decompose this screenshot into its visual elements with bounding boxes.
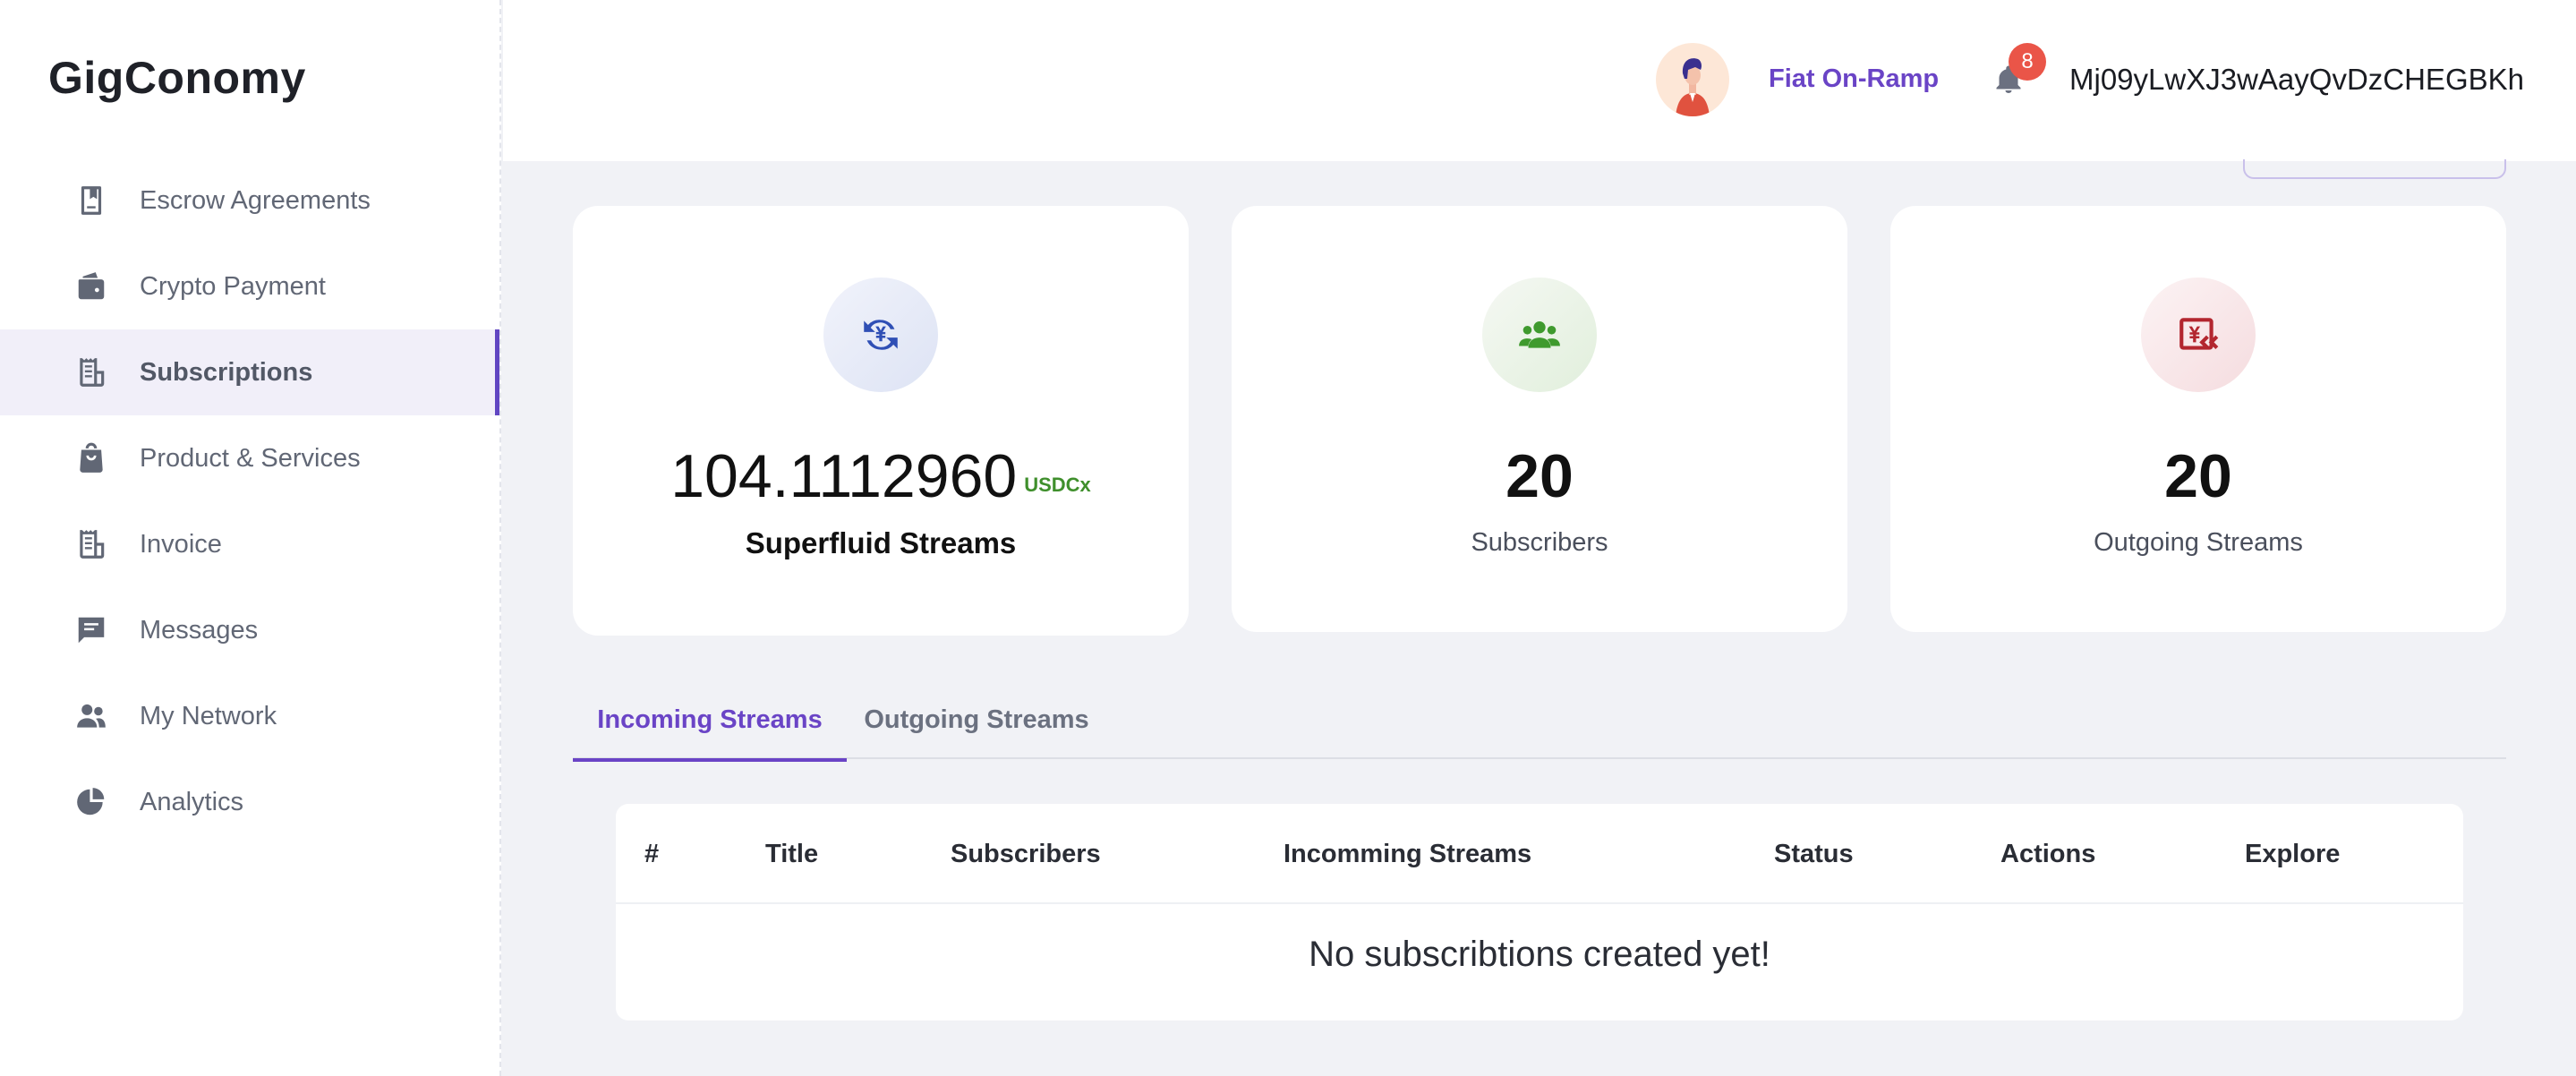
column-header-index: #	[644, 840, 660, 868]
sidebar-item-label: Escrow Agreements	[140, 185, 371, 215]
sidebar: GigConomy Escrow Agreements Crypto Payme…	[0, 0, 501, 1076]
column-header-incoming-streams: Incomming Streams	[1284, 840, 1532, 868]
sidebar-item-label: Product & Services	[140, 443, 361, 473]
sidebar-item-label: Crypto Payment	[140, 271, 326, 301]
table-header: # Title Subscribers Incomming Streams St…	[616, 804, 2463, 904]
receipt-icon	[73, 354, 109, 390]
superfluid-streams-value: 104.1112960 USDCx	[670, 442, 1091, 510]
subscribers-label: Subscribers	[1471, 528, 1608, 557]
empty-table-message: No subscribtions created yet!	[1309, 935, 1770, 974]
sidebar-item-label: My Network	[140, 701, 277, 730]
top-header: Fiat On-Ramp 8 Mj09yLwXJ3wAayQvDzCHEGBKh	[503, 0, 2576, 161]
users-icon	[73, 698, 109, 734]
invoice-icon	[73, 526, 109, 562]
partially-hidden-button[interactable]	[2243, 159, 2506, 179]
sidebar-item-product-services[interactable]: Product & Services	[0, 415, 499, 501]
sidebar-item-analytics[interactable]: Analytics	[0, 759, 499, 845]
sidebar-item-label: Subscriptions	[140, 357, 313, 387]
sidebar-item-label: Messages	[140, 615, 259, 645]
sidebar-item-label: Analytics	[140, 787, 244, 816]
column-header-status: Status	[1774, 840, 1854, 868]
escrow-book-icon	[73, 183, 109, 218]
sidebar-item-my-network[interactable]: My Network	[0, 673, 499, 759]
subscribers-value: 20	[1506, 442, 1574, 510]
stat-card-outgoing-streams: 20 Outgoing Streams	[1890, 206, 2506, 632]
message-icon	[73, 612, 109, 648]
streams-tabs: Incoming Streams Outgoing Streams	[573, 680, 2506, 762]
tab-incoming-streams[interactable]: Incoming Streams	[573, 680, 847, 762]
currency-exchange-icon	[823, 278, 938, 392]
column-header-actions: Actions	[2000, 840, 2096, 868]
wallet-icon	[73, 269, 109, 304]
sidebar-item-label: Invoice	[140, 529, 222, 559]
outgoing-payment-icon	[2141, 278, 2256, 392]
superfluid-streams-label: Superfluid Streams	[745, 526, 1017, 559]
column-header-subscribers: Subscribers	[951, 840, 1101, 868]
app-logo[interactable]: GigConomy	[48, 52, 306, 104]
sidebar-item-escrow-agreements[interactable]: Escrow Agreements	[0, 158, 499, 243]
notification-count-badge: 8	[2009, 43, 2046, 81]
subscriptions-table: # Title Subscribers Incomming Streams St…	[616, 804, 2463, 1020]
stat-card-subscribers: 20 Subscribers	[1232, 206, 1847, 632]
avatar[interactable]	[1656, 43, 1729, 116]
sidebar-nav: Escrow Agreements Crypto Payment Subscri…	[0, 158, 499, 845]
column-header-title: Title	[765, 840, 819, 868]
fiat-on-ramp-link[interactable]: Fiat On-Ramp	[1769, 64, 1939, 94]
pie-chart-icon	[73, 784, 109, 820]
outgoing-streams-label: Outgoing Streams	[2094, 528, 2303, 557]
column-header-explore: Explore	[2245, 840, 2341, 868]
currency-unit: USDCx	[1024, 474, 1091, 496]
tab-outgoing-streams[interactable]: Outgoing Streams	[847, 680, 1106, 759]
group-icon	[1482, 278, 1597, 392]
sidebar-item-subscriptions[interactable]: Subscriptions	[0, 329, 499, 415]
shopping-bag-icon	[73, 440, 109, 476]
sidebar-item-crypto-payment[interactable]: Crypto Payment	[0, 243, 499, 329]
sidebar-item-messages[interactable]: Messages	[0, 587, 499, 673]
wallet-address[interactable]: Mj09yLwXJ3wAayQvDzCHEGBKh	[2069, 63, 2524, 97]
sidebar-item-invoice[interactable]: Invoice	[0, 501, 499, 587]
outgoing-streams-value: 20	[2164, 442, 2232, 510]
stat-card-superfluid-streams: 104.1112960 USDCx Superfluid Streams	[573, 206, 1189, 636]
